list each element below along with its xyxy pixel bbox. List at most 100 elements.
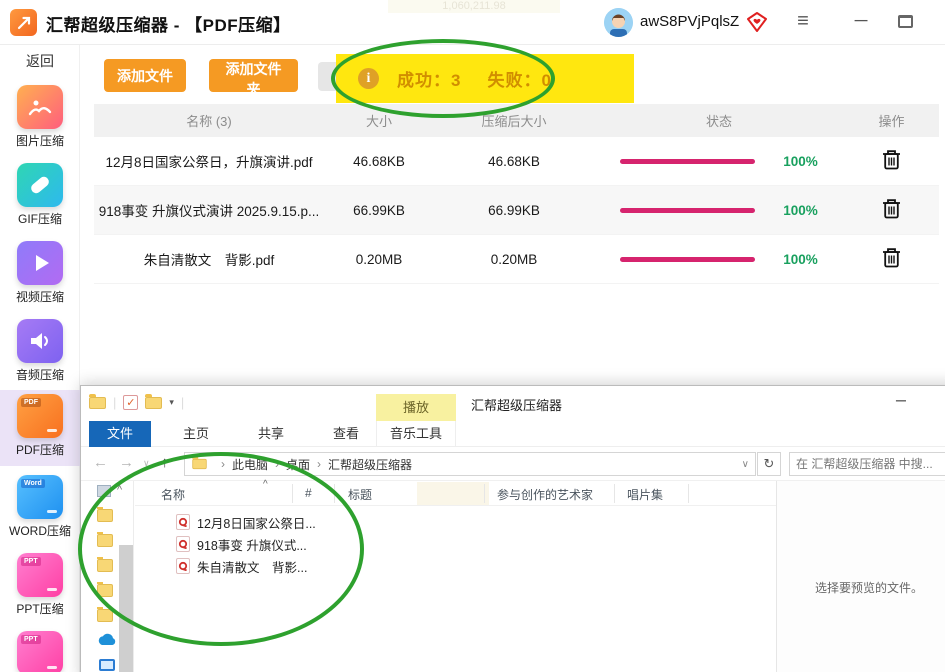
- maximize-button[interactable]: [898, 15, 913, 28]
- file-item[interactable]: 朱自清散文 背影...: [176, 555, 307, 577]
- tab-view[interactable]: 查看: [316, 421, 376, 447]
- file-item[interactable]: 12月8日国家公祭日...: [176, 511, 316, 533]
- sidebar-item-label: 视频压缩: [15, 290, 64, 304]
- tab-share[interactable]: 共享: [241, 421, 301, 447]
- ppt-tag: PPT: [21, 557, 41, 566]
- username-label[interactable]: awS8PVjPqlsZ: [640, 13, 739, 30]
- address-dropdown-icon[interactable]: ∨: [742, 459, 749, 470]
- delete-icon[interactable]: [882, 198, 901, 222]
- explorer-minimize-button[interactable]: ─: [896, 392, 906, 408]
- separator: |: [180, 395, 185, 410]
- folder-icon[interactable]: [97, 507, 113, 522]
- folder-icon[interactable]: [97, 557, 113, 572]
- sidebar-item-pdf[interactable]: PDF PDF压缩: [0, 390, 80, 466]
- column-album[interactable]: 唱片集: [627, 486, 663, 503]
- pdf-tag: PDF: [21, 398, 41, 407]
- sidebar-item-audio[interactable]: 音频压缩: [0, 315, 80, 391]
- breadcrumb-this-pc[interactable]: 此电脑: [232, 456, 268, 473]
- delete-icon[interactable]: [882, 247, 901, 271]
- column-number[interactable]: #: [305, 486, 312, 500]
- breadcrumb-sep: ›: [221, 457, 225, 471]
- back-button[interactable]: 返回: [0, 51, 80, 71]
- sidebar-item-ppt[interactable]: PPT PPT压缩: [0, 549, 80, 625]
- vip-badge-icon[interactable]: [746, 11, 768, 33]
- breadcrumb-sep: ›: [275, 457, 280, 471]
- folder-icon[interactable]: [89, 393, 106, 409]
- history-chevron-icon[interactable]: ∨: [143, 458, 150, 469]
- user-avatar[interactable]: [604, 8, 633, 37]
- sort-caret-icon: ^: [263, 479, 268, 490]
- sidebar-item-label: WORD压缩: [9, 524, 71, 538]
- sidebar-item-video[interactable]: 视频压缩: [0, 237, 80, 313]
- up-arrow-icon[interactable]: ↑: [161, 454, 169, 471]
- column-title[interactable]: 标题: [348, 486, 372, 503]
- video-compress-icon: [17, 241, 63, 285]
- menu-icon[interactable]: ≡: [788, 10, 818, 33]
- folder-icon[interactable]: [97, 532, 113, 547]
- sidebar-item-word[interactable]: Word WORD压缩: [0, 471, 80, 547]
- pdf-file-icon: [176, 536, 190, 552]
- sidebar-item-image[interactable]: 图片压缩: [0, 81, 80, 157]
- file-compressed-size: 46.68KB: [488, 153, 540, 169]
- faint-counter: 1,060,211.98: [388, 0, 560, 13]
- folder-icon: [192, 456, 207, 470]
- file-item[interactable]: 918事变 升旗仪式...: [176, 533, 307, 555]
- column-name[interactable]: 名称: [161, 486, 185, 503]
- breadcrumb-folder[interactable]: 汇帮超级压缩器: [328, 456, 412, 473]
- tab-file[interactable]: 文件: [89, 421, 151, 447]
- file-name: 918事变 升旗仪式演讲 2025.9.15.p...: [98, 204, 320, 219]
- search-input[interactable]: [789, 452, 945, 476]
- sidebar-item-label: PPT压缩: [16, 602, 64, 616]
- sidebar: 返回 图片压缩 GIF压缩 视频压缩 音频压缩 PDF PDF压缩 Word W…: [0, 45, 80, 672]
- breadcrumb-desktop[interactable]: 桌面: [286, 456, 310, 473]
- tab-home[interactable]: 主页: [166, 421, 226, 447]
- file-compressed-size: 0.20MB: [490, 251, 538, 267]
- word-tag: Word: [21, 479, 45, 488]
- folder-icon[interactable]: [97, 582, 113, 597]
- tab-music-tools[interactable]: 音乐工具: [376, 421, 456, 447]
- column-artist[interactable]: 参与创作的艺术家: [497, 486, 593, 503]
- table-row: 朱自清散文 背影.pdf 0.20MB 0.20MB 100%: [94, 235, 939, 284]
- image-compress-icon: [17, 85, 63, 129]
- delete-icon[interactable]: [882, 149, 901, 173]
- ppt-tag: PPT: [21, 635, 41, 644]
- ribbon-tabs: 文件 主页 共享 查看 音乐工具: [81, 421, 945, 447]
- explorer-title: 汇帮超级压缩器: [471, 398, 563, 413]
- column-highlight: [417, 482, 489, 505]
- new-folder-icon[interactable]: [145, 393, 163, 409]
- forward-arrow-icon[interactable]: →: [119, 454, 134, 471]
- gif-compress-icon: [17, 163, 63, 207]
- collapse-caret-icon[interactable]: ^: [117, 484, 122, 496]
- window-title: 汇帮超级压缩器 - 【PDF压缩】: [46, 16, 291, 35]
- add-file-button[interactable]: 添加文件: [104, 59, 186, 92]
- this-pc-icon[interactable]: [99, 659, 115, 671]
- folder-icon[interactable]: [97, 607, 113, 622]
- properties-check-icon[interactable]: ✓: [123, 395, 139, 410]
- file-size: 46.68KB: [353, 153, 405, 169]
- progress-bar: [620, 207, 756, 213]
- address-bar: ← → ∨ ↑ › 此电脑 › 桌面 › 汇帮超级压缩器 ∨ ↻: [81, 447, 945, 481]
- explorer-body: ^ 名称 ^ # 标题 参与创作的艺术家 唱片集 12月8日国家公祭日... 9…: [81, 479, 945, 672]
- sidebar-item-ppt-2[interactable]: PPT: [0, 627, 80, 672]
- breadcrumb[interactable]: › 此电脑 › 桌面 › 汇帮超级压缩器 ∨: [184, 452, 756, 476]
- sidebar-item-gif[interactable]: GIF压缩: [0, 159, 80, 235]
- pictures-icon[interactable]: [97, 485, 111, 497]
- file-compressed-size: 66.99KB: [488, 202, 540, 218]
- progress-bar: [620, 158, 756, 164]
- nav-scrollbar[interactable]: [119, 545, 133, 672]
- add-folder-button[interactable]: 添加文件夹: [209, 59, 298, 97]
- col-compressed-size: 压缩后大小: [481, 114, 547, 129]
- success-label: 成功：: [397, 71, 451, 90]
- file-item-label: 朱自清散文 背影...: [197, 560, 308, 575]
- file-list-header: 名称 ^ # 标题 参与创作的艺术家 唱片集: [135, 479, 776, 506]
- qat-dropdown-icon[interactable]: ▾: [169, 397, 174, 408]
- refresh-icon[interactable]: ↻: [757, 452, 781, 476]
- toast-text: 成功：3 失败：0: [397, 66, 552, 91]
- breadcrumb-sep: ›: [317, 457, 322, 471]
- file-item-label: 12月8日国家公祭日...: [197, 516, 316, 531]
- minimize-button[interactable]: ─: [846, 10, 876, 31]
- play-contextual-tab[interactable]: 播放: [376, 394, 456, 421]
- back-arrow-icon[interactable]: ←: [93, 454, 108, 471]
- fail-label: 失败：: [487, 71, 542, 90]
- onedrive-icon[interactable]: [97, 633, 117, 651]
